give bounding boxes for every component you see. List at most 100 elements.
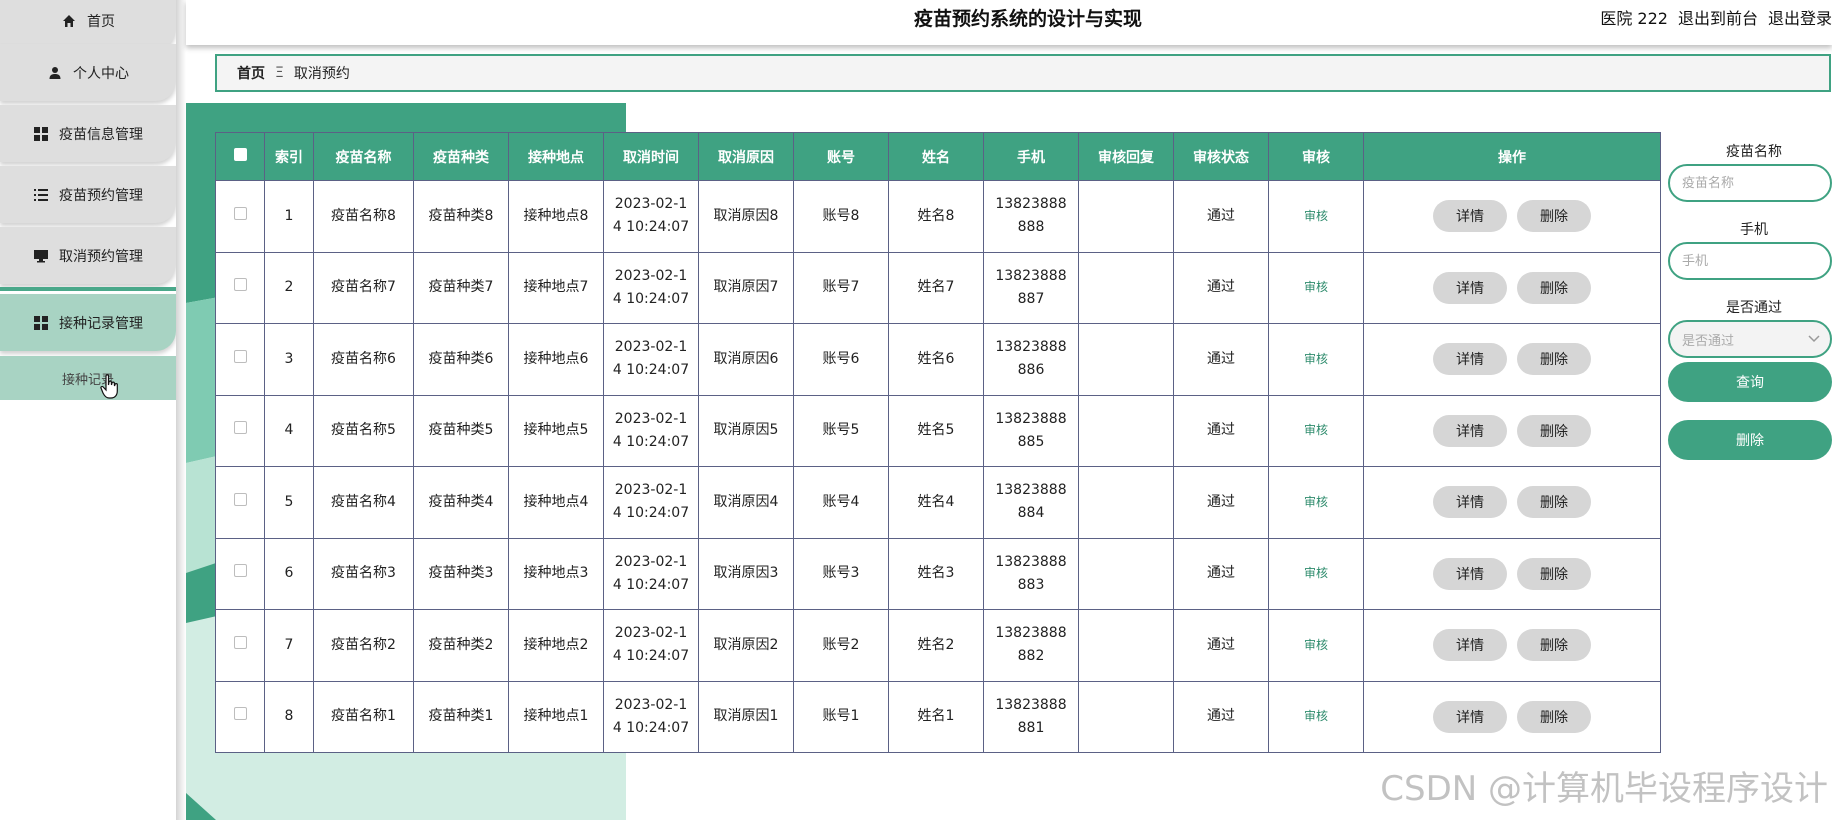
detail-button[interactable]: 详情 [1433, 700, 1507, 733]
row-checkbox[interactable] [233, 278, 247, 292]
cell-name: 疫苗名称1 [313, 680, 414, 753]
row-select-cell[interactable] [215, 466, 265, 539]
row-checkbox[interactable] [233, 421, 247, 435]
cell-person: 姓名8 [888, 180, 984, 253]
row-select-cell[interactable] [215, 394, 265, 467]
sidebar-item-home[interactable]: 首页 [0, 0, 176, 49]
watermark: CSDN @计算机毕设程序设计 [1380, 769, 1828, 809]
cell-status: 通过 [1173, 180, 1269, 253]
delete-button[interactable]: 删除 [1517, 486, 1591, 519]
column-header: 审核状态 [1173, 132, 1269, 181]
row-select-cell[interactable] [215, 537, 265, 610]
batch-delete-button[interactable]: 删除 [1668, 420, 1832, 460]
sidebar-item-personal-center[interactable]: 个人中心 [0, 44, 176, 101]
detail-button[interactable]: 详情 [1433, 200, 1507, 233]
sidebar-item-label: 疫苗信息管理 [59, 126, 143, 143]
row-select-cell[interactable] [215, 609, 265, 682]
column-header: 账号 [793, 132, 889, 181]
cell-type: 疫苗种类5 [413, 394, 509, 467]
select-all-cell[interactable] [215, 132, 265, 181]
cell-audit: 审核 [1268, 251, 1364, 324]
sidebar-item-vaccine-appointment[interactable]: 疫苗预约管理 [0, 166, 176, 223]
cell-actions: 详情 删除 [1363, 680, 1661, 753]
delete-button[interactable]: 删除 [1517, 414, 1591, 447]
cell-idx: 3 [264, 323, 314, 396]
cell-idx: 6 [264, 537, 314, 610]
column-header: 手机 [983, 132, 1079, 181]
detail-button[interactable]: 详情 [1433, 486, 1507, 519]
delete-button[interactable]: 删除 [1517, 200, 1591, 233]
row-select-cell[interactable] [215, 180, 265, 253]
audit-link[interactable]: 审核 [1304, 709, 1328, 723]
detail-button[interactable]: 详情 [1433, 414, 1507, 447]
cell-account: 账号4 [793, 466, 889, 539]
row-checkbox[interactable] [233, 349, 247, 363]
row-checkbox[interactable] [233, 635, 247, 649]
delete-button[interactable]: 删除 [1517, 629, 1591, 662]
row-select-cell[interactable] [215, 323, 265, 396]
audit-link[interactable]: 审核 [1304, 423, 1328, 437]
cell-audit: 审核 [1268, 323, 1364, 396]
detail-button[interactable]: 详情 [1433, 629, 1507, 662]
breadcrumb-home[interactable]: 首页 [237, 63, 265, 83]
sidebar: 首页 个人中心 疫苗信息管理 疫苗预约管理 取消预约管理 接种记录管理 接种记录 [0, 0, 176, 820]
cell-person: 姓名2 [888, 609, 984, 682]
table-row: 7 疫苗名称2 疫苗种类2 接种地点2 2023-02-14 10:24:07 取消原因2… [215, 609, 1661, 682]
vaccine-name-input[interactable] [1668, 164, 1832, 202]
detail-button[interactable]: 详情 [1433, 271, 1507, 304]
delete-button[interactable]: 删除 [1517, 557, 1591, 590]
delete-button[interactable]: 删除 [1517, 700, 1591, 733]
delete-button[interactable]: 删除 [1517, 271, 1591, 304]
select-all-checkbox[interactable] [233, 148, 247, 161]
phone-input[interactable] [1668, 242, 1832, 280]
row-checkbox[interactable] [233, 707, 247, 721]
cell-name: 疫苗名称3 [313, 537, 414, 610]
sidebar-item-cancel-appointment[interactable]: 取消预约管理 [0, 227, 176, 284]
detail-button[interactable]: 详情 [1433, 343, 1507, 376]
audit-link[interactable]: 审核 [1304, 209, 1328, 223]
cell-account: 账号6 [793, 323, 889, 396]
cell-account: 账号2 [793, 609, 889, 682]
cell-actions: 详情 删除 [1363, 394, 1661, 467]
breadcrumb-current: 取消预约 [293, 66, 350, 82]
row-checkbox[interactable] [233, 206, 247, 220]
cell-reply [1078, 680, 1174, 753]
cell-person: 姓名6 [888, 323, 984, 396]
audit-link[interactable]: 审核 [1304, 638, 1328, 652]
cell-phone: 13823888881 [983, 680, 1079, 753]
cell-account: 账号7 [793, 251, 889, 324]
row-select-cell[interactable] [215, 680, 265, 753]
audit-link[interactable]: 审核 [1304, 280, 1328, 294]
row-checkbox[interactable] [233, 564, 247, 578]
cell-account: 账号3 [793, 537, 889, 610]
cell-type: 疫苗种类7 [413, 251, 509, 324]
row-select-cell[interactable] [215, 251, 265, 324]
audit-link[interactable]: 审核 [1304, 566, 1328, 580]
delete-button[interactable]: 删除 [1517, 343, 1591, 376]
table-header-row: 索引 疫苗名称 疫苗种类 接种地点 取消时间 取消原因 账号 姓名 手机 审核回… [215, 132, 1661, 181]
cell-status: 通过 [1173, 394, 1269, 467]
column-header: 操作 [1363, 132, 1661, 181]
row-checkbox[interactable] [233, 492, 247, 506]
logout-link[interactable]: 退出登录 [1768, 5, 1832, 29]
exit-to-front-link[interactable]: 退出到前台 [1678, 5, 1758, 29]
cell-idx: 4 [264, 394, 314, 467]
detail-button[interactable]: 详情 [1433, 557, 1507, 590]
pass-status-select[interactable]: 是否通过 [1668, 320, 1832, 358]
audit-link[interactable]: 审核 [1304, 352, 1328, 366]
sidebar-item-vaccine-info[interactable]: 疫苗信息管理 [0, 105, 176, 162]
sidebar-subitem-vaccination-record[interactable]: 接种记录 [0, 356, 176, 400]
filter-panel: 疫苗名称 手机 是否通过 是否通过 查询 删除 [1668, 140, 1832, 460]
cell-time: 2023-02-14 10:24:07 [603, 394, 699, 467]
sidebar-item-label: 疫苗预约管理 [59, 187, 143, 204]
sidebar-item-vaccination-record[interactable]: 接种记录管理 [0, 294, 176, 351]
table-row: 5 疫苗名称4 疫苗种类4 接种地点4 2023-02-14 10:24:07 取消原因4… [215, 466, 1661, 539]
column-header: 疫苗名称 [313, 132, 414, 181]
cell-name: 疫苗名称2 [313, 609, 414, 682]
cell-audit: 审核 [1268, 609, 1364, 682]
audit-link[interactable]: 审核 [1304, 495, 1328, 509]
search-button[interactable]: 查询 [1668, 362, 1832, 402]
cell-name: 疫苗名称4 [313, 466, 414, 539]
hand-cursor-icon [100, 374, 120, 400]
cell-reason: 取消原因8 [698, 180, 794, 253]
